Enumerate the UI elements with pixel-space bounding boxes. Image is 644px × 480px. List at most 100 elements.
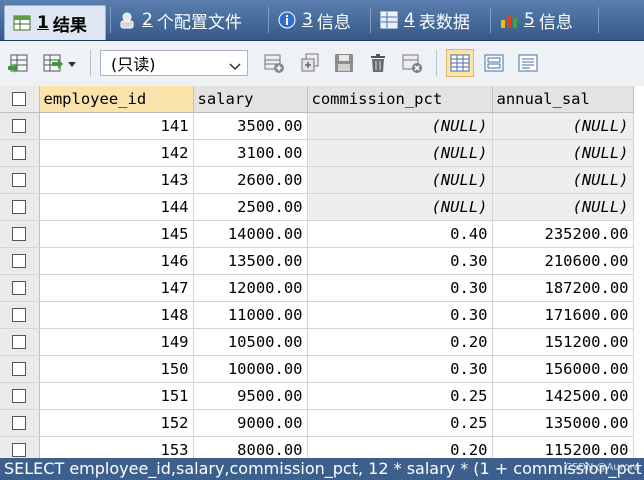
cell-annual-sal[interactable]: (NULL) [492,166,634,194]
cell-salary[interactable]: 12000.00 [193,274,308,302]
column-header-salary[interactable]: salary [193,86,308,113]
cell-commission-pct[interactable]: 0.20 [307,436,493,458]
table-row[interactable]: 153 8000.00 0.20 115200.00 [0,436,634,458]
row-checkbox[interactable] [12,362,27,376]
cell-employee-id[interactable]: 151 [39,382,194,410]
cell-annual-sal[interactable]: (NULL) [492,112,634,140]
row-checkbox[interactable] [12,200,27,214]
export-button[interactable] [6,51,30,75]
cell-employee-id[interactable]: 143 [39,166,194,194]
cell-commission-pct[interactable]: (NULL) [307,193,493,221]
cell-employee-id[interactable]: 149 [39,328,194,356]
cell-commission-pct[interactable]: 0.30 [307,274,493,302]
row-checkbox[interactable] [12,335,27,349]
row-select-cell[interactable] [0,301,40,329]
row-checkbox[interactable] [12,389,27,403]
row-checkbox[interactable] [12,308,27,322]
cell-annual-sal[interactable]: 171600.00 [492,301,634,329]
cell-salary[interactable]: 3100.00 [193,139,308,167]
cell-employee-id[interactable]: 144 [39,193,194,221]
readonly-mode-select[interactable]: (只读) [100,50,248,76]
row-select-cell[interactable] [0,220,40,248]
tab-info[interactable]: 3 信息 [278,4,351,36]
column-header-employee-id[interactable]: employee_id [39,86,194,113]
row-select-cell[interactable] [0,328,40,356]
tab-profile[interactable]: 2 个配置文件 [118,4,242,36]
row-checkbox[interactable] [12,173,27,187]
cell-employee-id[interactable]: 148 [39,301,194,329]
cell-annual-sal[interactable]: 151200.00 [492,328,634,356]
row-checkbox[interactable] [12,281,27,295]
table-row[interactable]: 151 9500.00 0.25 142500.00 [0,382,634,410]
table-row[interactable]: 144 2500.00 (NULL) (NULL) [0,193,634,221]
cell-commission-pct[interactable]: 0.30 [307,247,493,275]
cell-employee-id[interactable]: 141 [39,112,194,140]
cell-annual-sal[interactable]: 235200.00 [492,220,634,248]
cell-commission-pct[interactable]: 0.25 [307,409,493,437]
cell-commission-pct[interactable]: (NULL) [307,139,493,167]
grid-view-button[interactable] [446,49,474,77]
cell-annual-sal[interactable]: 142500.00 [492,382,634,410]
save-button[interactable] [332,51,356,75]
row-select-cell[interactable] [0,409,40,437]
insert-row-button[interactable] [262,51,286,75]
table-row[interactable]: 145 14000.00 0.40 235200.00 [0,220,634,248]
select-all-cell[interactable] [0,86,40,113]
row-checkbox[interactable] [12,416,27,430]
cell-annual-sal[interactable]: (NULL) [492,139,634,167]
cell-annual-sal[interactable]: (NULL) [492,193,634,221]
import-dropdown-button[interactable] [40,51,80,75]
table-row[interactable]: 152 9000.00 0.25 135000.00 [0,409,634,437]
cell-salary[interactable]: 14000.00 [193,220,308,248]
table-row[interactable]: 147 12000.00 0.30 187200.00 [0,274,634,302]
table-row[interactable]: 149 10500.00 0.20 151200.00 [0,328,634,356]
row-select-cell[interactable] [0,139,40,167]
cell-commission-pct[interactable]: 0.40 [307,220,493,248]
cell-commission-pct[interactable]: 0.25 [307,382,493,410]
tab-info-2[interactable]: 5 信息 [500,4,573,36]
tab-results[interactable]: 1 结果 [4,5,106,40]
cell-commission-pct[interactable]: (NULL) [307,166,493,194]
row-select-cell[interactable] [0,166,40,194]
cell-salary[interactable]: 10500.00 [193,328,308,356]
cell-commission-pct[interactable]: 0.30 [307,301,493,329]
cell-employee-id[interactable]: 142 [39,139,194,167]
cell-commission-pct[interactable]: 0.30 [307,355,493,383]
cell-commission-pct[interactable]: (NULL) [307,112,493,140]
cell-salary[interactable]: 2500.00 [193,193,308,221]
table-row[interactable]: 148 11000.00 0.30 171600.00 [0,301,634,329]
cell-employee-id[interactable]: 145 [39,220,194,248]
duplicate-row-button[interactable] [298,51,322,75]
cell-salary[interactable]: 11000.00 [193,301,308,329]
row-select-cell[interactable] [0,112,40,140]
cell-salary[interactable]: 13500.00 [193,247,308,275]
cell-employee-id[interactable]: 150 [39,355,194,383]
cell-annual-sal[interactable]: 115200.00 [492,436,634,458]
row-select-cell[interactable] [0,274,40,302]
table-row[interactable]: 143 2600.00 (NULL) (NULL) [0,166,634,194]
form-view-button[interactable] [482,51,506,75]
text-view-button[interactable] [516,51,540,75]
row-select-cell[interactable] [0,355,40,383]
cell-employee-id[interactable]: 152 [39,409,194,437]
tab-table-data[interactable]: 4 表数据 [380,4,470,36]
cell-salary[interactable]: 9000.00 [193,409,308,437]
cell-salary[interactable]: 8000.00 [193,436,308,458]
row-select-cell[interactable] [0,247,40,275]
cell-annual-sal[interactable]: 156000.00 [492,355,634,383]
table-row[interactable]: 150 10000.00 0.30 156000.00 [0,355,634,383]
column-header-annual-sal[interactable]: annual_sal [492,86,634,113]
cell-salary[interactable]: 3500.00 [193,112,308,140]
delete-button[interactable] [366,51,390,75]
row-checkbox[interactable] [12,443,27,457]
select-all-checkbox[interactable] [12,92,27,107]
row-select-cell[interactable] [0,193,40,221]
cell-annual-sal[interactable]: 135000.00 [492,409,634,437]
row-select-cell[interactable] [0,382,40,410]
row-select-cell[interactable] [0,436,40,458]
discard-changes-button[interactable] [400,51,424,75]
cell-commission-pct[interactable]: 0.20 [307,328,493,356]
cell-employee-id[interactable]: 146 [39,247,194,275]
cell-salary[interactable]: 9500.00 [193,382,308,410]
row-checkbox[interactable] [12,227,27,241]
